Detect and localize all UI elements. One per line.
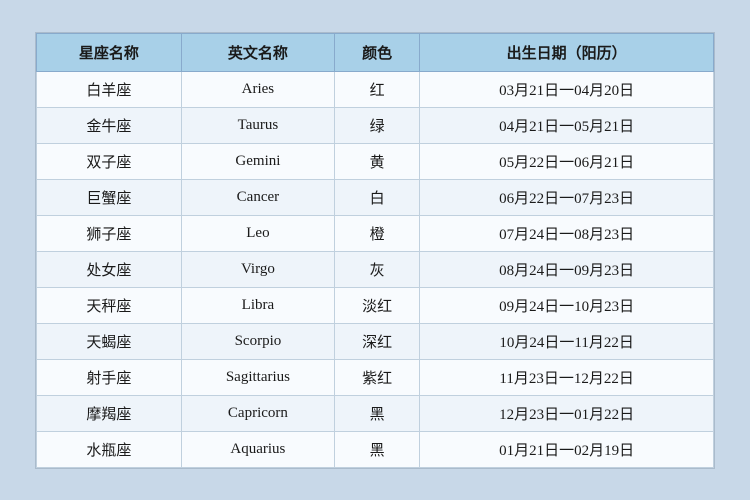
- cell-color: 黑: [334, 431, 419, 467]
- cell-dates: 01月21日一02月19日: [420, 431, 714, 467]
- table-row: 处女座Virgo灰08月24日一09月23日: [37, 251, 714, 287]
- cell-chinese-name: 天蝎座: [37, 323, 182, 359]
- cell-english-name: Aquarius: [181, 431, 334, 467]
- cell-chinese-name: 水瓶座: [37, 431, 182, 467]
- cell-dates: 05月22日一06月21日: [420, 143, 714, 179]
- cell-english-name: Leo: [181, 215, 334, 251]
- cell-dates: 12月23日一01月22日: [420, 395, 714, 431]
- cell-chinese-name: 白羊座: [37, 71, 182, 107]
- header-color: 颜色: [334, 33, 419, 71]
- table-row: 白羊座Aries红03月21日一04月20日: [37, 71, 714, 107]
- cell-english-name: Virgo: [181, 251, 334, 287]
- cell-color: 淡红: [334, 287, 419, 323]
- cell-chinese-name: 射手座: [37, 359, 182, 395]
- zodiac-table: 星座名称 英文名称 颜色 出生日期（阳历） 白羊座Aries红03月21日一04…: [36, 33, 714, 468]
- cell-color: 黄: [334, 143, 419, 179]
- cell-chinese-name: 狮子座: [37, 215, 182, 251]
- table-row: 金牛座Taurus绿04月21日一05月21日: [37, 107, 714, 143]
- cell-color: 紫红: [334, 359, 419, 395]
- header-dates: 出生日期（阳历）: [420, 33, 714, 71]
- cell-english-name: Libra: [181, 287, 334, 323]
- cell-english-name: Cancer: [181, 179, 334, 215]
- cell-dates: 06月22日一07月23日: [420, 179, 714, 215]
- header-chinese-name: 星座名称: [37, 33, 182, 71]
- table-row: 天秤座Libra淡红09月24日一10月23日: [37, 287, 714, 323]
- table-row: 水瓶座Aquarius黑01月21日一02月19日: [37, 431, 714, 467]
- cell-english-name: Scorpio: [181, 323, 334, 359]
- cell-color: 绿: [334, 107, 419, 143]
- cell-chinese-name: 巨蟹座: [37, 179, 182, 215]
- cell-english-name: Aries: [181, 71, 334, 107]
- cell-english-name: Gemini: [181, 143, 334, 179]
- cell-chinese-name: 金牛座: [37, 107, 182, 143]
- table-header-row: 星座名称 英文名称 颜色 出生日期（阳历）: [37, 33, 714, 71]
- cell-color: 红: [334, 71, 419, 107]
- table-row: 双子座Gemini黄05月22日一06月21日: [37, 143, 714, 179]
- table-row: 摩羯座Capricorn黑12月23日一01月22日: [37, 395, 714, 431]
- cell-dates: 03月21日一04月20日: [420, 71, 714, 107]
- cell-dates: 10月24日一11月22日: [420, 323, 714, 359]
- zodiac-table-container: 星座名称 英文名称 颜色 出生日期（阳历） 白羊座Aries红03月21日一04…: [35, 32, 715, 469]
- table-row: 射手座Sagittarius紫红11月23日一12月22日: [37, 359, 714, 395]
- cell-chinese-name: 摩羯座: [37, 395, 182, 431]
- cell-english-name: Capricorn: [181, 395, 334, 431]
- cell-color: 白: [334, 179, 419, 215]
- cell-color: 深红: [334, 323, 419, 359]
- cell-dates: 08月24日一09月23日: [420, 251, 714, 287]
- cell-color: 橙: [334, 215, 419, 251]
- table-row: 巨蟹座Cancer白06月22日一07月23日: [37, 179, 714, 215]
- cell-color: 黑: [334, 395, 419, 431]
- header-english-name: 英文名称: [181, 33, 334, 71]
- cell-chinese-name: 天秤座: [37, 287, 182, 323]
- cell-dates: 11月23日一12月22日: [420, 359, 714, 395]
- cell-dates: 09月24日一10月23日: [420, 287, 714, 323]
- cell-chinese-name: 双子座: [37, 143, 182, 179]
- cell-english-name: Sagittarius: [181, 359, 334, 395]
- cell-chinese-name: 处女座: [37, 251, 182, 287]
- table-body: 白羊座Aries红03月21日一04月20日金牛座Taurus绿04月21日一0…: [37, 71, 714, 467]
- cell-dates: 04月21日一05月21日: [420, 107, 714, 143]
- cell-dates: 07月24日一08月23日: [420, 215, 714, 251]
- cell-color: 灰: [334, 251, 419, 287]
- cell-english-name: Taurus: [181, 107, 334, 143]
- table-row: 狮子座Leo橙07月24日一08月23日: [37, 215, 714, 251]
- table-row: 天蝎座Scorpio深红10月24日一11月22日: [37, 323, 714, 359]
